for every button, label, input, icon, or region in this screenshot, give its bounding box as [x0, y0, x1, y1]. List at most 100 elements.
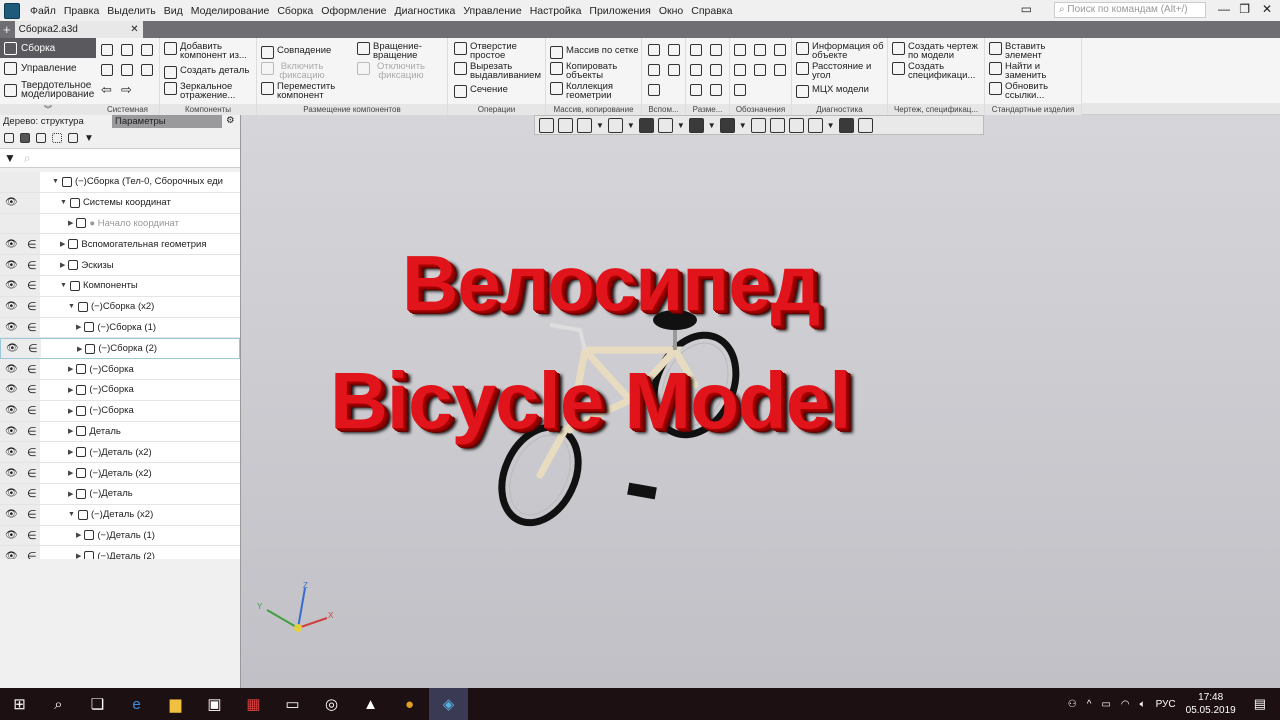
print-icon[interactable]	[101, 64, 113, 76]
tab-tree-structure[interactable]: Дерево: структура	[0, 115, 112, 128]
expand-arrow-icon[interactable]: ▶	[60, 261, 65, 269]
camera-icon[interactable]: ◎	[312, 688, 351, 720]
preview-icon[interactable]	[121, 64, 133, 76]
tree-search-input[interactable]: ⌕	[24, 151, 31, 166]
menu-item[interactable]: Моделирование	[187, 5, 274, 17]
copy-objects-button[interactable]: Копировать объекты	[550, 62, 626, 80]
create-specification-button[interactable]: Создать спецификаци...	[892, 62, 980, 80]
mass-properties-button[interactable]: МЦХ модели	[796, 85, 869, 98]
tree-row[interactable]: 👁︎ ∈ ▶ (−)Деталь (2)	[0, 546, 240, 559]
tolerance-icon[interactable]	[754, 64, 766, 76]
expand-arrow-icon[interactable]: ▶	[60, 240, 65, 248]
chevron-down-icon[interactable]: ▼	[827, 121, 835, 130]
expand-arrow-icon[interactable]: ▶	[68, 427, 73, 435]
expand-arrow-icon[interactable]: ▶	[68, 469, 73, 477]
tree-row[interactable]: 👁︎ ∈ ▶ (−)Сборка	[0, 379, 240, 401]
app-window-icon[interactable]: ▭	[273, 688, 312, 720]
tree-assembly-icon[interactable]	[36, 133, 46, 143]
command-search-input[interactable]: ⌕ Поиск по командам (Alt+/)	[1054, 2, 1206, 18]
expand-arrow-icon[interactable]: ▼	[68, 511, 75, 518]
tree-row[interactable]: 👁︎ ∈ ▶ (−)Деталь (x2)	[0, 442, 240, 464]
chevron-down-icon[interactable]: ▼	[708, 121, 716, 130]
redo-icon[interactable]: ⇨	[121, 82, 132, 98]
search-icon[interactable]: ⌕	[39, 688, 78, 720]
tree-row[interactable]: 👁︎ ∈ ▶ (−)Сборка	[0, 359, 240, 380]
task-view-icon[interactable]: ❏	[78, 688, 117, 720]
clock[interactable]: 17:48 05.05.2019	[1186, 691, 1236, 717]
battery-icon[interactable]: ▭	[1101, 699, 1110, 710]
include-icon[interactable]: ∈	[27, 425, 37, 438]
tree-select-icon[interactable]	[52, 133, 62, 143]
distance-angle-button[interactable]: Расстояние и угол	[796, 62, 878, 80]
people-icon[interactable]: ⚇	[1068, 699, 1077, 710]
chevron-down-icon[interactable]: ▼	[677, 121, 685, 130]
roughness-icon[interactable]	[754, 44, 766, 56]
visibility-eye-icon[interactable]: 👁︎	[5, 447, 18, 458]
tree-row[interactable]: 👁︎ ∈ ▶ (−)Сборка	[0, 400, 240, 422]
menu-item[interactable]: Правка	[60, 5, 103, 17]
geometry-collection-button[interactable]: Коллекция геометрии	[550, 82, 626, 100]
insert-element-button[interactable]: Вставить элемент	[989, 42, 1049, 60]
tree-row[interactable]: 👁︎ ▼ Системы координат	[0, 192, 240, 214]
aux-line-icon[interactable]	[648, 84, 660, 96]
visibility-eye-icon[interactable]: 👁︎	[5, 426, 18, 437]
perspective-icon[interactable]	[769, 117, 785, 133]
visibility-eye-icon[interactable]: 👁︎	[5, 551, 18, 559]
visibility-eye-icon[interactable]: 👁︎	[5, 301, 18, 312]
include-icon[interactable]: ∈	[27, 529, 37, 542]
position-icon[interactable]	[774, 64, 786, 76]
tree-structure-icon[interactable]	[4, 133, 14, 143]
chevron-down-icon[interactable]: ▼	[627, 121, 635, 130]
start-button[interactable]: ⊞	[0, 688, 39, 720]
visibility-eye-icon[interactable]: 👁︎	[5, 468, 18, 479]
enable-fix-button[interactable]: Включить фиксацию	[261, 62, 327, 80]
coincidence-button[interactable]: Совпадение	[261, 46, 331, 59]
leader-icon[interactable]	[774, 44, 786, 56]
expand-arrow-icon[interactable]: ▶	[68, 386, 73, 394]
explorer-icon[interactable]: ▆	[156, 688, 195, 720]
visibility-eye-icon[interactable]: 👁︎	[5, 509, 18, 520]
zoom-icon[interactable]	[577, 117, 592, 133]
gear-icon[interactable]: ⚙	[226, 115, 235, 128]
maximize-button[interactable]: ❐	[1239, 2, 1250, 16]
kompas-icon[interactable]: ◈	[429, 688, 468, 720]
visibility-eye-icon[interactable]: 👁︎	[5, 488, 18, 499]
save-icon[interactable]	[141, 44, 153, 56]
tree-row[interactable]: 👁︎ ∈ ▶ (−)Сборка (1)	[0, 317, 240, 339]
menu-item[interactable]: Окно	[655, 5, 687, 17]
visibility-eye-icon[interactable]: 👁︎	[5, 384, 18, 395]
pan-icon[interactable]	[539, 117, 554, 133]
include-icon[interactable]: ∈	[27, 508, 37, 521]
expand-arrow-icon[interactable]: ▼	[60, 282, 67, 289]
tree-row[interactable]: 👁︎ ∈ ▶ (−)Деталь (1)	[0, 525, 240, 547]
disable-fix-button[interactable]: Отключить фиксацию	[357, 62, 429, 80]
expand-icon[interactable]: ︾	[0, 104, 96, 115]
new-file-icon[interactable]	[101, 44, 113, 56]
chrome-icon[interactable]: ●	[390, 688, 429, 720]
expand-arrow-icon[interactable]: ▼	[68, 303, 75, 310]
expand-arrow-icon[interactable]: ▶	[68, 448, 73, 456]
tree-components-icon[interactable]	[20, 133, 30, 143]
include-icon[interactable]: ∈	[27, 259, 37, 272]
chevron-down-icon[interactable]: ▼	[84, 133, 94, 144]
menu-item[interactable]: Настройка	[526, 5, 586, 17]
base-icon[interactable]	[734, 64, 746, 76]
tree-row[interactable]: ▶ ● Начало координат	[0, 213, 240, 235]
language-indicator[interactable]: РУС	[1156, 699, 1176, 710]
include-icon[interactable]: ∈	[27, 363, 37, 376]
wifi-icon[interactable]: ◠	[1121, 699, 1130, 710]
visibility-eye-icon[interactable]: 👁︎	[5, 239, 18, 250]
menu-item[interactable]: Диагностика	[390, 5, 459, 17]
dimension-angle-icon[interactable]	[710, 44, 722, 56]
tree-row[interactable]: 👁︎ ∈ ▶ (−)Деталь	[0, 483, 240, 505]
document-tab[interactable]: Сборка2.a3d ✕	[14, 21, 143, 38]
tree-row[interactable]: 👁︎ ∈ ▶ Вспомогательная геометрия	[0, 234, 240, 256]
create-drawing-button[interactable]: Создать чертеж по модели	[892, 42, 980, 60]
expand-arrow-icon[interactable]: ▼	[60, 199, 67, 206]
volume-icon[interactable]: 🔈︎	[1140, 699, 1146, 710]
create-part-button[interactable]: Создать деталь	[164, 66, 249, 79]
include-icon[interactable]: ∈	[28, 342, 38, 355]
menu-item[interactable]: Сборка	[273, 5, 317, 17]
open-folder-icon[interactable]	[121, 44, 133, 56]
include-icon[interactable]: ∈	[27, 383, 37, 396]
